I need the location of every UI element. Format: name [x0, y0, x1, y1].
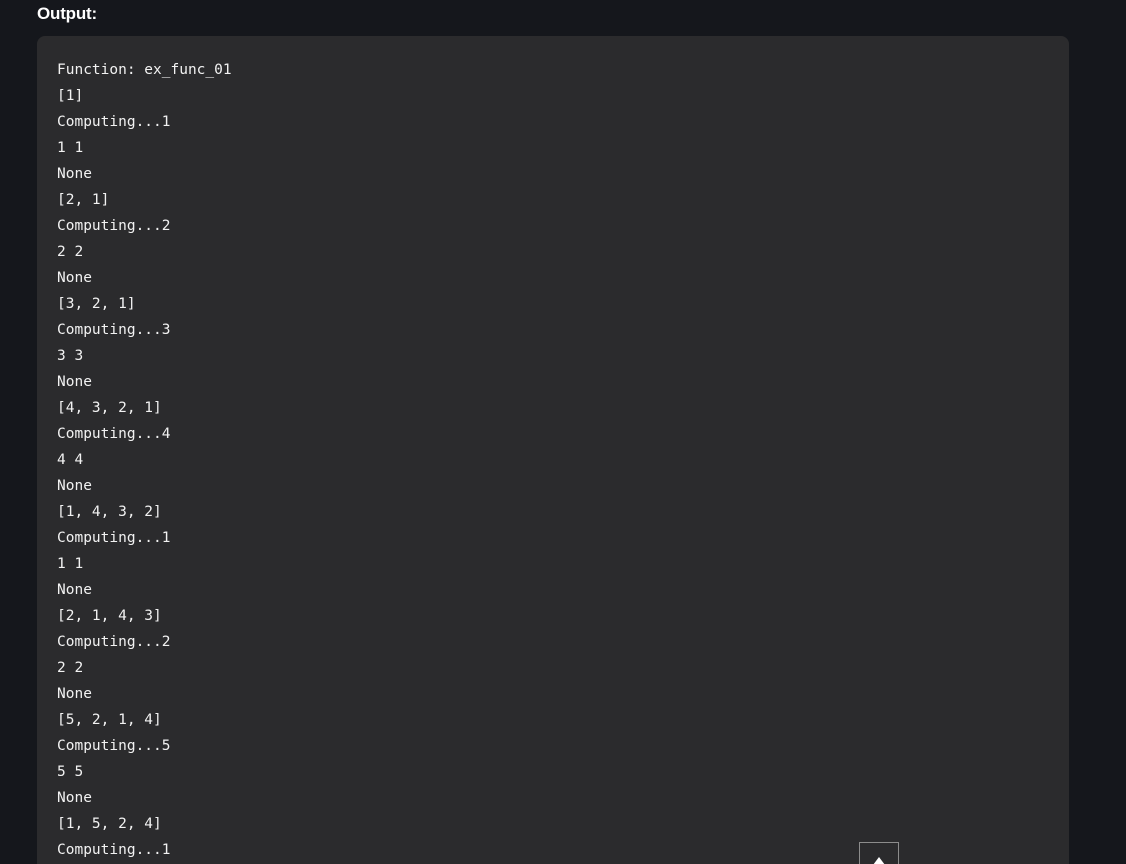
output-line: Computing...3: [57, 322, 171, 338]
output-line: None: [57, 374, 92, 390]
output-line: 4 4: [57, 452, 84, 468]
arrow-up-icon: [873, 843, 885, 864]
output-line: None: [57, 270, 92, 286]
output-line: None: [57, 686, 92, 702]
output-line: 5 5: [57, 764, 84, 780]
page: Output: Function: ex_func_01 [1] Computing…: [0, 0, 1126, 864]
output-line: [3, 2, 1]: [57, 296, 136, 312]
output-line: [5, 2, 1, 4]: [57, 712, 162, 728]
output-line: Function: ex_func_01: [57, 62, 232, 78]
output-line: [4, 3, 2, 1]: [57, 400, 162, 416]
output-line: None: [57, 478, 92, 494]
output-line: Computing...1: [57, 530, 171, 546]
output-line: [1, 4, 3, 2]: [57, 504, 162, 520]
output-panel: Function: ex_func_01 [1] Computing...1 1 1 N…: [37, 36, 1069, 864]
output-line: 1 1: [57, 140, 84, 156]
output-line: 1 1: [57, 556, 84, 572]
output-line: Computing...2: [57, 634, 171, 650]
output-line: 3 3: [57, 348, 84, 364]
output-line: [2, 1]: [57, 192, 110, 208]
output-line: [1, 5, 2, 4]: [57, 816, 162, 832]
output-line: None: [57, 582, 92, 598]
output-line: 2 2: [57, 244, 84, 260]
output-line: None: [57, 166, 92, 182]
output-line: Computing...5: [57, 738, 171, 754]
output-line: None: [57, 790, 92, 806]
output-line: [2, 1, 4, 3]: [57, 608, 162, 624]
output-line: Computing...2: [57, 218, 171, 234]
output-line: Computing...1: [57, 842, 171, 858]
output-line: Computing...4: [57, 426, 171, 442]
output-lines: Function: ex_func_01 [1] Computing...1 1 1 N…: [57, 57, 1049, 863]
output-heading: Output:: [37, 4, 97, 23]
output-line: 2 2: [57, 660, 84, 676]
output-line: Computing...1: [57, 114, 171, 130]
scroll-to-top-button[interactable]: [859, 842, 899, 864]
output-line: [1]: [57, 88, 84, 104]
